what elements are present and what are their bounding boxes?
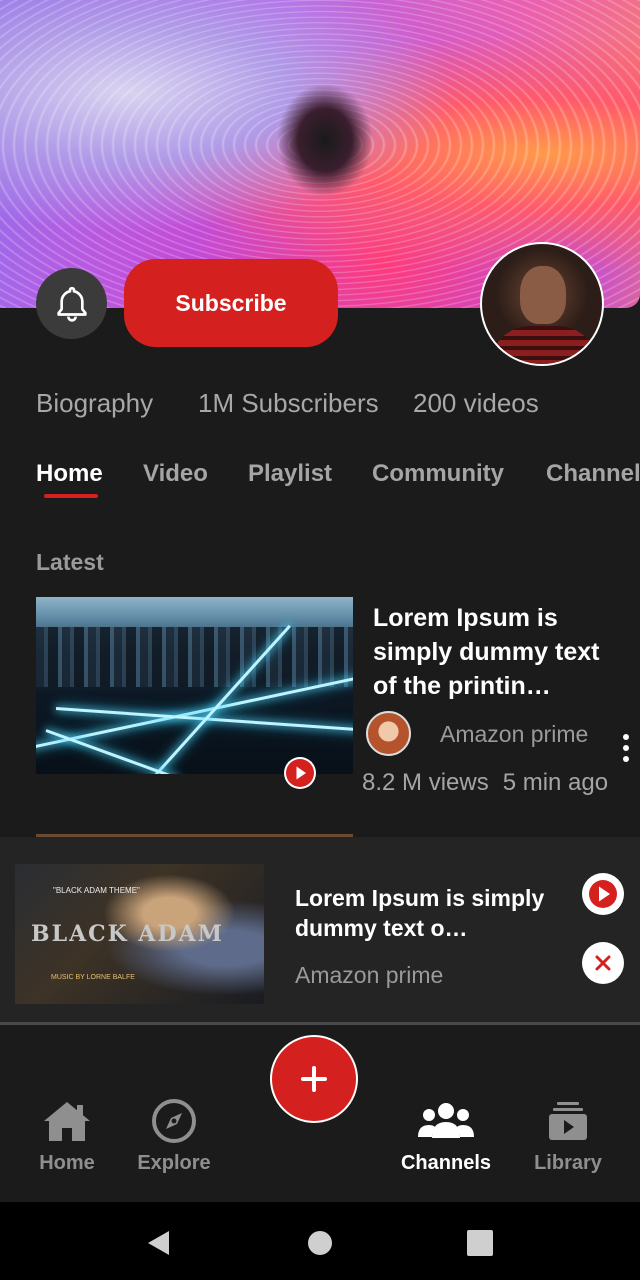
recents-square-icon[interactable]: [466, 1229, 494, 1257]
mini-player[interactable]: "BLACK ADAM THEME" BLACK ADAM MUSIC BY L…: [0, 837, 640, 1025]
mini-player-title[interactable]: Lorem Ipsum is simply dummy text o…: [295, 883, 550, 943]
video-thumbnail[interactable]: [36, 597, 353, 774]
close-icon: [595, 955, 611, 971]
tab-video[interactable]: Video: [143, 460, 208, 488]
thumbnail-play-button[interactable]: [284, 757, 316, 789]
people-icon: [418, 1103, 474, 1138]
more-options-icon[interactable]: [622, 734, 630, 762]
video-channel-avatar[interactable]: [366, 711, 411, 756]
video-count: 200 videos: [413, 388, 539, 418]
thumbnail-caption: "BLACK ADAM THEME": [53, 886, 140, 895]
home-circle-icon[interactable]: [306, 1229, 334, 1257]
channel-avatar[interactable]: [480, 242, 604, 366]
avatar-shirt: [490, 326, 598, 364]
mini-player-play-button[interactable]: [582, 873, 624, 915]
back-icon[interactable]: [145, 1229, 173, 1257]
system-navigation-bar: [0, 1202, 640, 1280]
thumbnail-skyline: [36, 627, 353, 687]
video-channel-name[interactable]: Amazon prime: [440, 721, 588, 748]
mini-player-close-button[interactable]: [582, 942, 624, 984]
active-tab-indicator: [44, 494, 98, 498]
nav-channels-label: Channels: [400, 1152, 492, 1174]
section-title: Latest: [36, 549, 104, 575]
thumbnail-logo: BLACK ADAM: [31, 921, 224, 947]
plus-icon: [301, 1066, 327, 1092]
notification-bell-button[interactable]: [36, 268, 107, 339]
play-circle-icon: [589, 880, 617, 908]
tab-home[interactable]: Home: [36, 460, 103, 488]
tab-channel[interactable]: Channel: [546, 460, 640, 488]
tab-community[interactable]: Community: [372, 460, 504, 488]
thumbnail-credit: MUSIC BY LORNE BALFE: [51, 974, 135, 981]
subscribe-button[interactable]: Subscribe: [124, 259, 338, 347]
video-meta: 8.2 M views 5 min ago: [362, 769, 608, 797]
play-circle-icon: [286, 759, 314, 787]
avatar-face: [520, 266, 566, 324]
nav-home-label: Home: [39, 1152, 95, 1174]
nav-library[interactable]: Library: [513, 1098, 623, 1175]
subscriber-count: 1M Subscribers: [198, 388, 379, 418]
biography-link[interactable]: Biography: [36, 388, 153, 419]
video-title[interactable]: Lorem Ipsum is simply dummy text of the …: [373, 601, 628, 703]
home-icon: [44, 1102, 90, 1141]
compass-icon: [152, 1099, 196, 1143]
thumbnail-light-line: [45, 729, 179, 774]
library-icon: [549, 1102, 587, 1140]
video-age: 5 min ago: [502, 769, 609, 796]
nav-explore-label: Explore: [137, 1152, 211, 1174]
video-views: 8.2 M views: [362, 769, 489, 796]
bell-icon: [56, 286, 87, 322]
mini-player-channel: Amazon prime: [295, 962, 444, 988]
nav-explore[interactable]: Explore: [119, 1098, 229, 1175]
nav-channels[interactable]: Channels: [391, 1098, 501, 1175]
tab-playlist[interactable]: Playlist: [248, 460, 332, 488]
nav-library-label: Library: [534, 1152, 602, 1174]
nav-home[interactable]: Home: [12, 1098, 122, 1175]
create-fab-button[interactable]: [270, 1035, 358, 1123]
mini-player-thumbnail[interactable]: "BLACK ADAM THEME" BLACK ADAM MUSIC BY L…: [15, 864, 264, 1004]
